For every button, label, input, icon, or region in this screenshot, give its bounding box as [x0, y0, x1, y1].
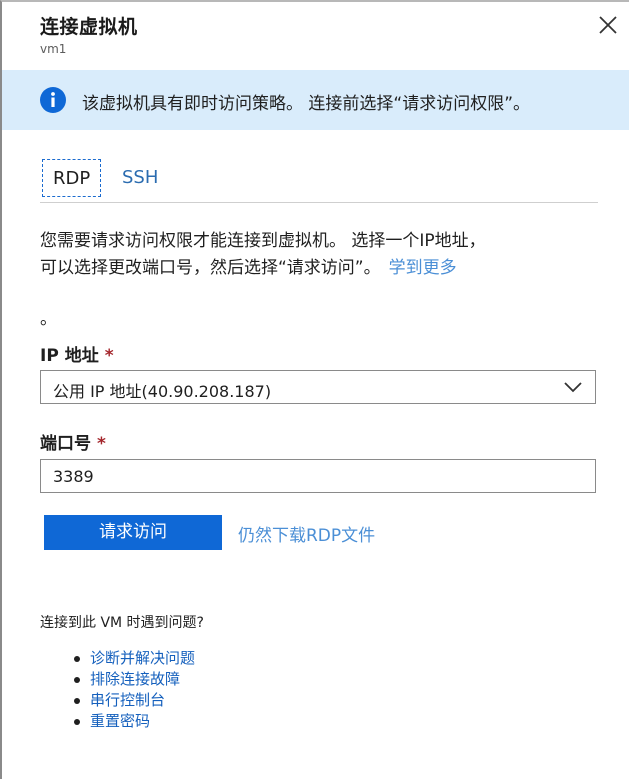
panel-title: 连接虚拟机 [40, 16, 138, 38]
description-line-2-text: 可以选择更改端口号，然后选择“请求访问”。 [40, 258, 381, 278]
request-access-button[interactable]: 请求访问 [44, 515, 222, 550]
tab-rdp[interactable]: RDP [42, 159, 102, 197]
connect-vm-panel: 连接虚拟机 vm1 该虚拟机具有即时访问策略。 连接前选择“请求访问权限”。 R… [0, 0, 629, 779]
description-line-1: 您需要请求访问权限才能连接到虚拟机。 选择一个IP地址， [40, 231, 486, 251]
list-item: 排除连接故障 [72, 669, 195, 690]
panel-subtitle: vm1 [40, 42, 67, 56]
bullet-icon [74, 677, 80, 683]
learn-more-link[interactable]: 学到更多 [389, 258, 457, 278]
troubleshoot-list: 诊断并解决问题 排除连接故障 串行控制台 重置密码 [72, 648, 195, 732]
bullet-icon [74, 719, 80, 725]
list-item: 诊断并解决问题 [72, 648, 195, 669]
close-icon [599, 16, 617, 34]
reset-password-link[interactable]: 重置密码 [90, 712, 150, 730]
download-rdp-file-link[interactable]: 仍然下载RDP文件 [238, 521, 375, 546]
diagnose-link[interactable]: 诊断并解决问题 [90, 649, 195, 667]
bullet-icon [74, 656, 80, 662]
banner-text: 该虚拟机具有即时访问策略。 连接前选择“请求访问权限”。 [82, 94, 531, 114]
ip-required-mark: * [104, 346, 114, 366]
port-required-mark: * [97, 434, 106, 454]
protocol-tabs: RDP SSH [40, 157, 598, 203]
tab-ssh[interactable]: SSH [112, 159, 168, 197]
info-icon [40, 87, 66, 113]
ip-address-selected-value: 公用 IP 地址(40.90.208.187) [53, 382, 272, 401]
troubleshoot-heading: 连接到此 VM 时遇到问题? [40, 615, 204, 631]
list-item: 重置密码 [72, 711, 195, 732]
serial-console-link[interactable]: 串行控制台 [90, 691, 165, 709]
ip-address-dropdown[interactable]: 公用 IP 地址(40.90.208.187) [40, 370, 596, 404]
ip-address-label: IP 地址 * [40, 341, 114, 366]
list-item: 串行控制台 [72, 690, 195, 711]
port-number-label-text: 端口号 [40, 434, 91, 454]
jit-info-banner: 该虚拟机具有即时访问策略。 连接前选择“请求访问权限”。 [2, 70, 629, 130]
chevron-down-icon [564, 382, 582, 393]
port-number-input[interactable] [40, 459, 596, 493]
description-trailing-period: 。 [40, 309, 57, 329]
ip-address-label-text: IP 地址 [40, 346, 99, 366]
description-line-2: 可以选择更改端口号，然后选择“请求访问”。 学到更多 [40, 255, 600, 282]
port-number-label: 端口号 * [40, 429, 106, 454]
troubleshoot-connection-link[interactable]: 排除连接故障 [90, 670, 180, 688]
close-button[interactable] [595, 12, 621, 38]
bullet-icon [74, 698, 80, 704]
connection-description: 您需要请求访问权限才能连接到虚拟机。 选择一个IP地址， 可以选择更改端口号，然… [40, 228, 600, 282]
